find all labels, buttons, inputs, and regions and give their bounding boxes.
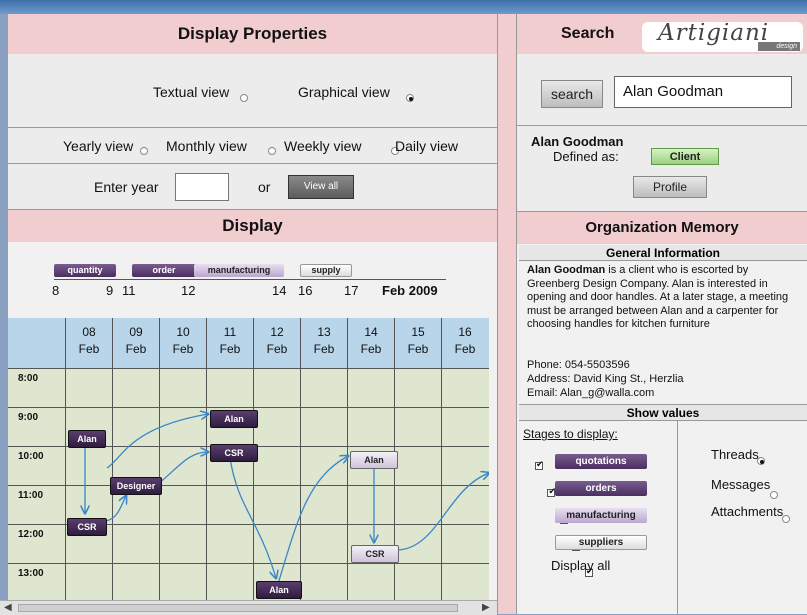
attachments-radio[interactable] — [782, 514, 791, 523]
graphical-view-label: Graphical view — [298, 84, 390, 100]
timeline-month: Feb 2009 — [382, 283, 438, 298]
role-badge: Client — [651, 148, 719, 165]
tick: 16 — [298, 283, 313, 298]
period-view-section: Yearly view Monthly view Weekly view Dai… — [8, 128, 512, 164]
org-memory-title: Organization Memory — [517, 212, 807, 244]
search-title: Search — [561, 25, 615, 42]
show-values-divider — [677, 421, 678, 614]
timeline: quantity order manufacturing supply 8 9 … — [8, 242, 497, 318]
threads-label: Threads — [711, 447, 759, 462]
quotations-checkbox[interactable] — [535, 459, 544, 470]
stage-orders[interactable]: orders — [555, 481, 647, 496]
graphical-view-radio[interactable] — [406, 93, 415, 102]
address-text: Address: David King St., Herzlia — [527, 373, 684, 385]
window-titlebar — [0, 0, 807, 14]
monthly-view-label: Monthly view — [166, 138, 247, 154]
search-button[interactable]: search — [541, 80, 603, 108]
logo-text: Artigiani — [658, 20, 770, 46]
timeline-tag-manufacturing[interactable]: manufacturing — [194, 264, 284, 277]
stage-suppliers[interactable]: suppliers — [555, 535, 647, 550]
event-alan-09[interactable]: Alan — [68, 430, 106, 448]
artigiani-logo: Artigiani design — [642, 20, 803, 52]
calendar-grid: 08 Feb 09 Feb 10 Feb 11 Feb 12 Feb 13 Feb 14 Fe… — [8, 318, 489, 600]
event-alan-11[interactable]: Alan — [210, 410, 258, 428]
year-section: Enter year or View all — [8, 164, 497, 210]
event-alan-14[interactable]: Alan — [350, 451, 398, 469]
event-csr-08[interactable]: CSR — [67, 518, 107, 536]
monthly-view-radio[interactable] — [268, 146, 277, 155]
scroll-left-icon[interactable]: ◀ — [4, 602, 12, 613]
daily-view-label: Daily view — [395, 138, 459, 154]
scrollbar-thumb[interactable] — [18, 604, 458, 612]
timeline-tag-order[interactable]: order — [132, 264, 196, 277]
yearly-view-label: Yearly view — [63, 138, 134, 154]
email-text: Email: Alan_g@walla.com — [527, 387, 655, 399]
scroll-right-icon[interactable]: ▶ — [482, 602, 490, 613]
event-alan-12[interactable]: Alan — [256, 581, 302, 599]
search-input[interactable]: Alan Goodman — [614, 76, 792, 108]
tick: 14 — [272, 283, 287, 298]
event-csr-11[interactable]: CSR — [210, 444, 258, 462]
attachments-label: Attachments — [711, 504, 784, 519]
horizontal-scrollbar[interactable]: ◀ ▶ — [0, 600, 497, 615]
logo-sub: design — [758, 42, 800, 51]
general-info-text: Alan Goodman is a client who is escorted… — [527, 264, 802, 332]
person-name: Alan Goodman — [531, 134, 624, 149]
textual-view-radio[interactable] — [240, 93, 248, 102]
stages-label: Stages to display: — [523, 427, 618, 441]
year-input[interactable] — [175, 173, 229, 201]
timeline-tag-supply[interactable]: supply — [300, 264, 352, 277]
display-properties-title: Display Properties — [8, 14, 497, 54]
weekly-view-label: Weekly view — [284, 138, 362, 154]
event-csr-14[interactable]: CSR — [351, 545, 399, 563]
search-header: Search Artigiani design — [517, 14, 807, 54]
stage-manufacturing[interactable]: manufacturing — [555, 508, 647, 523]
panel-divider[interactable] — [497, 14, 517, 614]
profile-button[interactable]: Profile — [633, 176, 707, 198]
timeline-tag-quantity[interactable]: quantity — [54, 264, 116, 277]
tick: 17 — [344, 283, 359, 298]
view-type-section: Textual view Graphical view — [8, 54, 497, 128]
tick: 12 — [181, 283, 196, 298]
info-name: Alan Goodman — [527, 264, 606, 276]
show-values-title: Show values — [519, 404, 807, 421]
search-section: search Alan Goodman — [517, 54, 807, 126]
textual-view-label: Textual view — [153, 84, 230, 100]
display-all-label: Display all — [551, 558, 611, 573]
display-title: Display — [8, 210, 497, 242]
stage-quotations[interactable]: quotations — [555, 454, 647, 469]
event-designer-09[interactable]: Designer — [110, 477, 162, 495]
view-all-button[interactable]: View all — [288, 175, 354, 199]
right-panel: Search Artigiani design search Alan Good… — [517, 14, 807, 614]
or-label: or — [258, 179, 271, 195]
enter-year-label: Enter year — [94, 179, 159, 195]
tick: 9 — [106, 283, 114, 298]
general-info-title: General Information — [519, 245, 807, 261]
yearly-view-radio[interactable] — [140, 146, 148, 155]
timeline-axis — [54, 279, 446, 280]
tick: 11 — [122, 283, 136, 298]
person-section: Alan Goodman Defined as: Client Profile — [517, 126, 807, 212]
tick: 8 — [52, 283, 60, 298]
messages-label: Messages — [711, 477, 771, 492]
defined-as-label: Defined as: — [553, 149, 619, 164]
phone-text: Phone: 054-5503596 — [527, 359, 630, 371]
messages-radio[interactable] — [769, 490, 778, 499]
